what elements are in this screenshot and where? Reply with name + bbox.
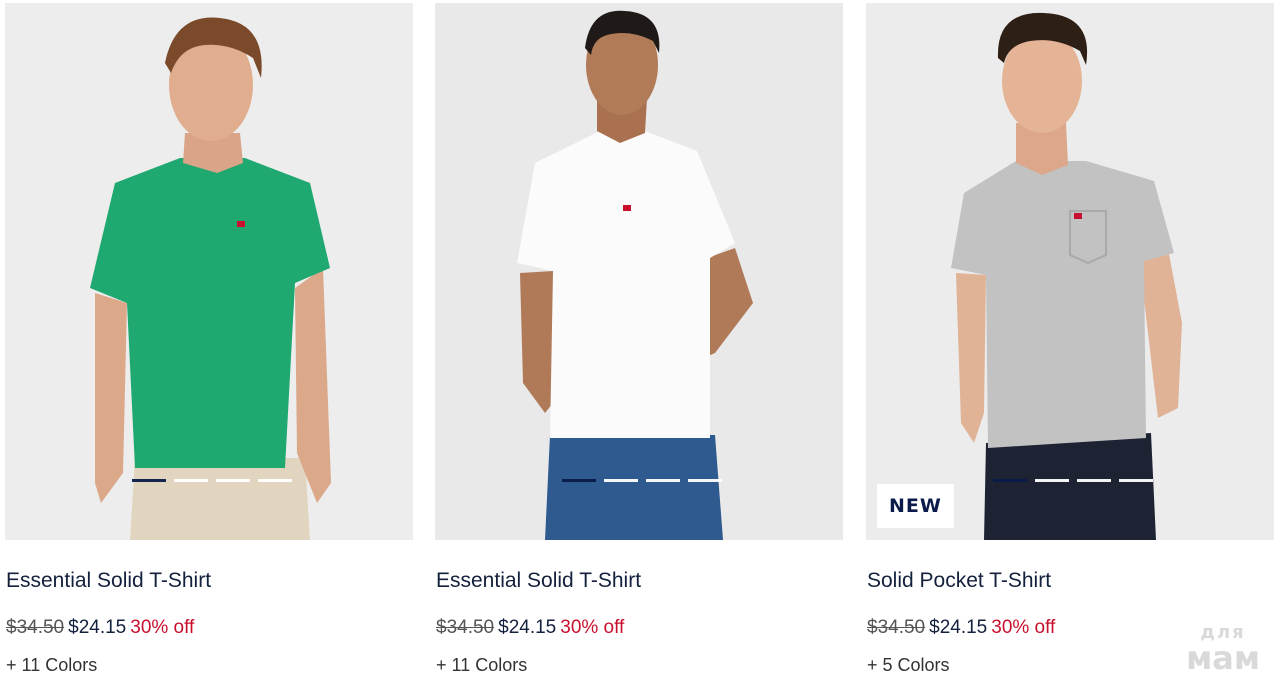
product-image[interactable] bbox=[5, 3, 413, 540]
product-card[interactable]: Essential Solid T-Shirt $34.50 $24.15 30% … bbox=[5, 3, 413, 688]
discount-label: 30% off bbox=[991, 617, 1056, 638]
sale-price: $24.15 bbox=[929, 617, 988, 638]
carousel-dot[interactable] bbox=[132, 479, 166, 482]
sale-price: $24.15 bbox=[68, 617, 127, 638]
product-price: $34.50 $24.15 30% off bbox=[436, 617, 624, 639]
product-name[interactable]: Essential Solid T-Shirt bbox=[6, 569, 211, 593]
carousel-dot[interactable] bbox=[688, 479, 722, 482]
carousel-dot[interactable] bbox=[1077, 479, 1111, 482]
product-name[interactable]: Essential Solid T-Shirt bbox=[436, 569, 641, 593]
discount-label: 30% off bbox=[130, 617, 195, 638]
product-card[interactable]: NEW Solid Pocket T-Shirt $34.50 $24.15 30%… bbox=[866, 3, 1274, 688]
product-image[interactable] bbox=[435, 3, 843, 540]
watermark-line-2: мам bbox=[1186, 639, 1260, 677]
gray-pocket-tshirt-model-image bbox=[866, 3, 1274, 540]
carousel-dot[interactable] bbox=[604, 479, 638, 482]
color-count[interactable]: + 11 Colors bbox=[6, 655, 97, 676]
product-name[interactable]: Solid Pocket T-Shirt bbox=[867, 569, 1051, 593]
sale-price: $24.15 bbox=[498, 617, 557, 638]
image-carousel-indicators bbox=[132, 479, 292, 482]
original-price: $34.50 bbox=[436, 617, 495, 638]
carousel-dot[interactable] bbox=[258, 479, 292, 482]
carousel-dot[interactable] bbox=[562, 479, 596, 482]
product-card[interactable]: Essential Solid T-Shirt $34.50 $24.15 30% … bbox=[435, 3, 843, 688]
new-badge: NEW bbox=[877, 484, 954, 528]
carousel-dot[interactable] bbox=[216, 479, 250, 482]
carousel-dot[interactable] bbox=[1119, 479, 1153, 482]
image-carousel-indicators bbox=[993, 479, 1153, 482]
carousel-dot[interactable] bbox=[1035, 479, 1069, 482]
original-price: $34.50 bbox=[6, 617, 65, 638]
image-carousel-indicators bbox=[562, 479, 722, 482]
carousel-dot[interactable] bbox=[993, 479, 1027, 482]
discount-label: 30% off bbox=[560, 617, 625, 638]
white-tshirt-model-image bbox=[435, 3, 843, 540]
product-grid: Essential Solid T-Shirt $34.50 $24.15 30% … bbox=[0, 0, 1280, 688]
original-price: $34.50 bbox=[867, 617, 926, 638]
product-image[interactable]: NEW bbox=[866, 3, 1274, 540]
color-count[interactable]: + 11 Colors bbox=[436, 655, 527, 676]
carousel-dot[interactable] bbox=[646, 479, 680, 482]
carousel-dot[interactable] bbox=[174, 479, 208, 482]
color-count[interactable]: + 5 Colors bbox=[867, 655, 950, 676]
watermark-logo: для мам bbox=[1186, 624, 1260, 677]
product-price: $34.50 $24.15 30% off bbox=[6, 617, 194, 639]
product-price: $34.50 $24.15 30% off bbox=[867, 617, 1055, 639]
green-tshirt-model-image bbox=[5, 3, 413, 540]
